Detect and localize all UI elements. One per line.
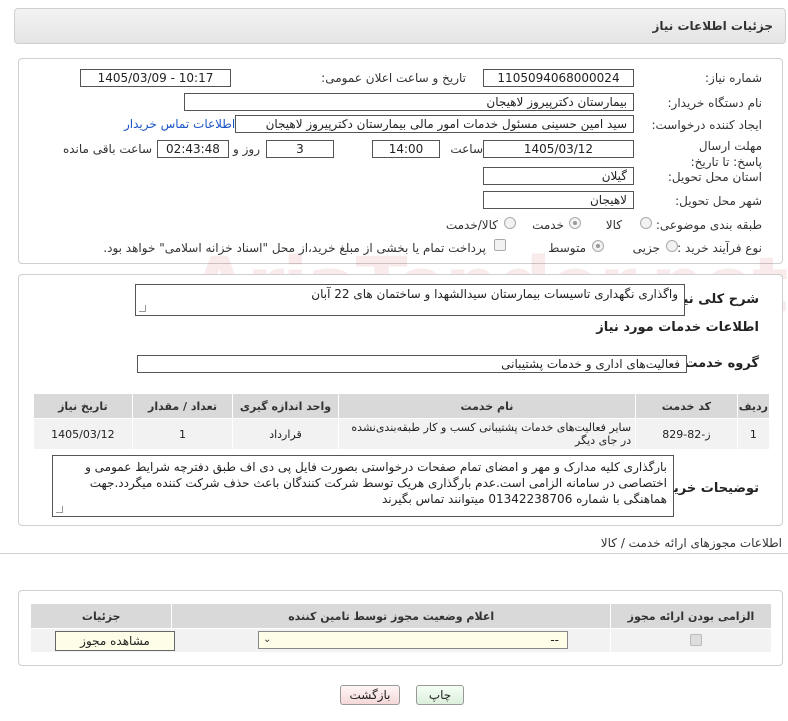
buyer-org-field: بیمارستان دکترپیروز لاهیجان	[184, 93, 634, 111]
print-button[interactable]: چاپ	[416, 685, 464, 705]
category-radio-service[interactable]	[569, 217, 581, 229]
deadline-date-field: 1405/03/12	[483, 140, 634, 158]
days-field: 3	[266, 140, 334, 158]
need-number-label: شماره نیاز:	[705, 71, 762, 85]
col-row-index: ردیف	[736, 393, 771, 419]
col-unit: واحد اندازه گیری	[232, 393, 339, 419]
cell-unit: قرارداد	[232, 418, 339, 450]
services-table: تاریخ نیاز تعداد / مقدار واحد اندازه گیر…	[33, 393, 771, 450]
announce-label: تاریخ و ساعت اعلان عمومی:	[321, 71, 466, 85]
service-group-label: گروه خدمت:	[679, 356, 759, 371]
cell-service-code: ز-82-829	[635, 418, 738, 450]
cell-quantity: 1	[131, 418, 234, 450]
process-option-minor: جزیی	[632, 241, 660, 255]
province-field: گیلان	[483, 167, 634, 185]
category-option-goods: کالا	[605, 218, 622, 232]
back-button[interactable]: بازگشت	[340, 685, 400, 705]
col-service-name: نام خدمت	[337, 393, 637, 419]
col-permit-required: الزامی بودن ارائه مجوز	[609, 603, 773, 629]
col-service-code: کد خدمت	[635, 393, 738, 419]
buyer-org-label: نام دستگاه خریدار:	[667, 96, 763, 110]
buyer-contact-link[interactable]: اطلاعات تماس خریدار	[124, 117, 235, 131]
cell-row-index: 1	[736, 418, 771, 450]
days-label: روز و	[233, 142, 260, 156]
deadline-time-label: ساعت	[450, 142, 483, 156]
need-number-field: 1105094068000024	[483, 69, 634, 87]
category-option-service: خدمت	[532, 218, 564, 232]
category-option-goods-service: کالا/خدمت	[445, 218, 498, 232]
resize-handle-icon	[56, 506, 63, 513]
category-radio-goods[interactable]	[640, 217, 652, 229]
permit-status-select[interactable]: -- ⌄	[258, 631, 568, 649]
service-group-field: فعالیت‌های اداری و خدمات پشتیبانی	[137, 355, 687, 373]
city-field: لاهیجان	[483, 191, 634, 209]
process-label: نوع فرآیند خرید :	[677, 241, 762, 255]
table-row: 1405/03/12 1 قرارداد سایر فعالیت‌های خدم…	[33, 418, 771, 450]
summary-text: واگذاری نگهداری تاسیسات بیمارستان سیدالش…	[311, 287, 678, 301]
cell-service-name: سایر فعالیت‌های خدمات پشتیبانی کسب و کار…	[337, 418, 637, 450]
col-quantity: تعداد / مقدار	[131, 393, 234, 419]
buyer-notes-text: بارگذاری کلیه مدارک و مهر و امضای تمام ص…	[85, 460, 667, 506]
col-need-date: تاریخ نیاز	[33, 393, 133, 419]
cell-need-date: 1405/03/12	[33, 418, 133, 450]
deadline-label: مهلت ارسال پاسخ: تا تاریخ:	[690, 139, 762, 169]
creator-field: سید امین حسینی مسئول خدمات امور مالی بیم…	[235, 115, 634, 133]
deadline-time-field: 14:00	[372, 140, 440, 158]
category-radio-goods-service[interactable]	[504, 217, 516, 229]
permit-status-value: --	[550, 633, 559, 647]
process-option-medium: متوسط	[548, 241, 586, 255]
chevron-down-icon: ⌄	[263, 634, 272, 645]
creator-label: ایجاد کننده درخواست:	[651, 118, 762, 132]
buyer-notes-textarea[interactable]: بارگذاری کلیه مدارک و مهر و امضای تمام ص…	[52, 455, 674, 517]
category-label: طبقه بندی موضوعی:	[655, 218, 762, 232]
view-permit-button[interactable]: مشاهده مجوز	[55, 631, 175, 651]
col-permit-status: اعلام وضعیت مجوز توسط تامین کننده	[171, 603, 611, 629]
need-info-frame	[18, 58, 783, 264]
col-details: جزئیات	[29, 603, 173, 629]
process-radio-minor[interactable]	[666, 240, 678, 252]
permits-section-title: اطلاعات مجوزهای ارائه خدمت / کالا	[600, 536, 782, 550]
header-panel: جزئیات اطلاعات نیاز	[14, 8, 786, 44]
resize-handle-icon	[139, 305, 146, 312]
announce-field: 1405/03/09 - 10:17	[80, 69, 231, 87]
page-title: جزئیات اطلاعات نیاز	[652, 19, 773, 33]
treasury-payment-checkbox[interactable]	[494, 239, 506, 251]
city-label: شهر محل تحویل:	[675, 194, 762, 208]
permit-required-checkbox	[690, 634, 702, 646]
remaining-time-field: 02:43:48	[157, 140, 229, 158]
remaining-label: ساعت باقی مانده	[62, 142, 152, 156]
process-radio-medium[interactable]	[592, 240, 604, 252]
summary-textarea[interactable]: واگذاری نگهداری تاسیسات بیمارستان سیدالش…	[135, 284, 685, 316]
services-section-title: اطلاعات خدمات مورد نیاز	[596, 320, 759, 335]
province-label: استان محل تحویل:	[667, 170, 762, 184]
payment-note: پرداخت تمام یا بخشی از مبلغ خرید،از محل …	[103, 241, 486, 255]
divider	[0, 553, 788, 554]
